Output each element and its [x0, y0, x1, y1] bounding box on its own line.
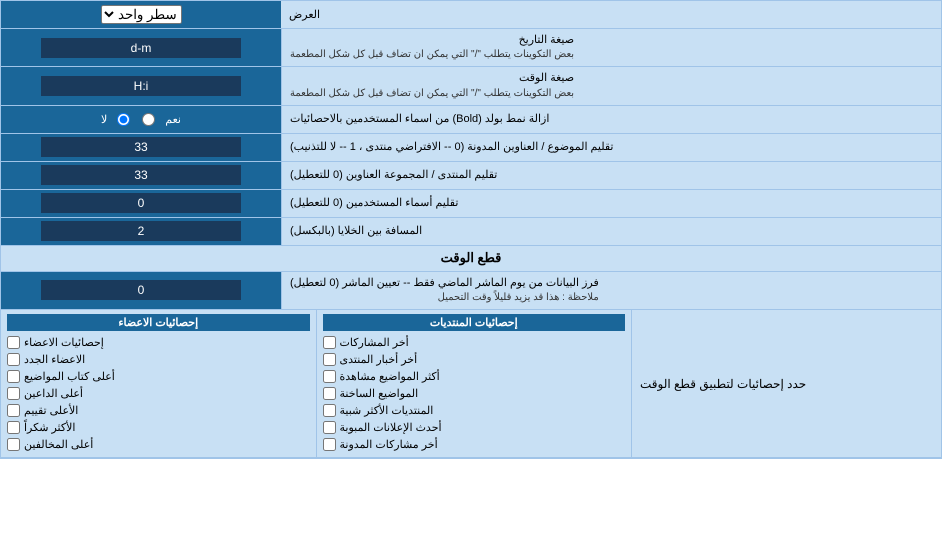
cutoff-title: قطع الوقت [441, 250, 502, 266]
bold-no-radio[interactable] [117, 113, 130, 126]
time-format-label: صيغة الوقت بعض التكوينات يتطلب "/" التي … [281, 67, 941, 104]
cb-top-online-label: أعلى الداعين [24, 387, 83, 400]
cb-forum-news-input[interactable] [323, 353, 336, 366]
cb-latest-marked[interactable]: أخر مشاركات المدونة [323, 436, 626, 453]
cell-spacing-input[interactable] [41, 221, 241, 241]
bold-remove-label: ازالة نمط بولد (Bold) من اسماء المستخدمي… [281, 106, 941, 133]
cb-most-viewed[interactable]: أكثر المواضيع مشاهدة [323, 368, 626, 385]
cb-latest-ads-label: أحدث الإعلانات المبوبة [340, 421, 442, 434]
user-names-input[interactable] [41, 193, 241, 213]
cb-similar-forums[interactable]: المنتديات الأكثر شبية [323, 402, 626, 419]
bold-yes-radio[interactable] [142, 113, 155, 126]
cb-hot-topics-label: المواضيع الساخنة [340, 387, 419, 400]
cb-top-online[interactable]: أعلى الداعين [7, 385, 310, 402]
cb-top-referred[interactable]: أعلى المخالفين [7, 436, 310, 453]
date-format-input[interactable] [41, 38, 241, 58]
cb-members-stats-input[interactable] [7, 336, 20, 349]
cb-latest-marked-label: أخر مشاركات المدونة [340, 438, 438, 451]
cb-latest-ads-input[interactable] [323, 421, 336, 434]
limit-label: حدد إحصائيات لتطبيق قطع الوقت [640, 377, 806, 391]
posts-stats-col: إحصائيات المنتديات أخر المشاركات أخر أخب… [316, 310, 632, 457]
cb-most-thanked[interactable]: الأكثر شكراً [7, 419, 310, 436]
lines-select[interactable]: سطر واحد [101, 5, 182, 24]
user-names-input-cell[interactable] [1, 190, 281, 217]
members-stats-col: إحصائيات الاعضاء إحصائيات الاعضاء الاعضا… [1, 310, 316, 457]
cb-most-viewed-label: أكثر المواضيع مشاهدة [340, 370, 440, 383]
cb-top-online-input[interactable] [7, 387, 20, 400]
main-container: العرض سطر واحد صيغة التاريخ بعض التكوينا… [0, 0, 942, 459]
checkboxes-area: حدد إحصائيات لتطبيق قطع الوقت إحصائيات ا… [1, 310, 941, 458]
no-label: لا [101, 113, 107, 126]
subject-count-input[interactable] [41, 137, 241, 157]
cutoff-input-cell[interactable] [1, 272, 281, 309]
cutoff-label: فرز البيانات من يوم الماشر الماضي فقط --… [281, 272, 941, 309]
cutoff-header: قطع الوقت [1, 246, 941, 272]
cb-most-thanked-input[interactable] [7, 421, 20, 434]
cb-new-members-label: الاعضاء الجدد [24, 353, 85, 366]
cell-spacing-row: المسافة بين الخلايا (بالبكسل) [1, 218, 941, 246]
cb-latest-posts-label: أخر المشاركات [340, 336, 409, 349]
cb-hot-topics[interactable]: المواضيع الساخنة [323, 385, 626, 402]
cb-most-viewed-input[interactable] [323, 370, 336, 383]
cb-top-posters-label: أعلى كتاب المواضيع [24, 370, 115, 383]
time-format-input-cell[interactable] [1, 67, 281, 104]
forum-members-label: تقليم المنتدى / المجموعة العناوين (0 للت… [281, 162, 941, 189]
cb-forum-news-label: أخر أخبار المنتدى [340, 353, 418, 366]
forum-members-input-cell[interactable] [1, 162, 281, 189]
cb-top-rated[interactable]: الأعلى تقييم [7, 402, 310, 419]
header-row: العرض سطر واحد [1, 1, 941, 29]
bold-remove-radio-cell[interactable]: نعم لا [1, 106, 281, 133]
cb-forum-news[interactable]: أخر أخبار المنتدى [323, 351, 626, 368]
display-label: العرض [281, 1, 941, 28]
limit-label-cell: حدد إحصائيات لتطبيق قطع الوقت [631, 310, 941, 457]
members-header: إحصائيات الاعضاء [7, 314, 310, 331]
cb-similar-forums-input[interactable] [323, 404, 336, 417]
cb-top-referred-input[interactable] [7, 438, 20, 451]
cb-new-members[interactable]: الاعضاء الجدد [7, 351, 310, 368]
date-format-input-cell[interactable] [1, 29, 281, 66]
date-format-row: صيغة التاريخ بعض التكوينات يتطلب "/" الت… [1, 29, 941, 67]
cb-top-rated-input[interactable] [7, 404, 20, 417]
cb-latest-posts[interactable]: أخر المشاركات [323, 334, 626, 351]
posts-header: إحصائيات المنتديات [323, 314, 626, 331]
cb-top-posters-input[interactable] [7, 370, 20, 383]
cb-latest-ads[interactable]: أحدث الإعلانات المبوبة [323, 419, 626, 436]
cutoff-input[interactable] [41, 280, 241, 300]
cutoff-row: فرز البيانات من يوم الماشر الماضي فقط --… [1, 272, 941, 310]
subject-count-label: تقليم الموضوع / العناوين المدونة (0 -- ا… [281, 134, 941, 161]
subject-count-input-cell[interactable] [1, 134, 281, 161]
bold-remove-row: ازالة نمط بولد (Bold) من اسماء المستخدمي… [1, 106, 941, 134]
cb-top-referred-label: أعلى المخالفين [24, 438, 93, 451]
cb-hot-topics-input[interactable] [323, 387, 336, 400]
user-names-label: تقليم أسماء المستخدمين (0 للتعطيل) [281, 190, 941, 217]
user-names-row: تقليم أسماء المستخدمين (0 للتعطيل) [1, 190, 941, 218]
cb-latest-posts-input[interactable] [323, 336, 336, 349]
cell-spacing-input-cell[interactable] [1, 218, 281, 245]
cb-most-thanked-label: الأكثر شكراً [24, 421, 75, 434]
forum-members-input[interactable] [41, 165, 241, 185]
forum-members-row: تقليم المنتدى / المجموعة العناوين (0 للت… [1, 162, 941, 190]
date-format-label: صيغة التاريخ بعض التكوينات يتطلب "/" الت… [281, 29, 941, 66]
cb-members-stats-label: إحصائيات الاعضاء [24, 336, 104, 349]
subject-count-row: تقليم الموضوع / العناوين المدونة (0 -- ا… [1, 134, 941, 162]
cb-top-rated-label: الأعلى تقييم [24, 404, 78, 417]
cb-latest-marked-input[interactable] [323, 438, 336, 451]
cb-similar-forums-label: المنتديات الأكثر شبية [340, 404, 434, 417]
cell-spacing-label: المسافة بين الخلايا (بالبكسل) [281, 218, 941, 245]
select-cell[interactable]: سطر واحد [1, 1, 281, 28]
cb-members-stats[interactable]: إحصائيات الاعضاء [7, 334, 310, 351]
time-format-row: صيغة الوقت بعض التكوينات يتطلب "/" التي … [1, 67, 941, 105]
cb-top-posters[interactable]: أعلى كتاب المواضيع [7, 368, 310, 385]
yes-label: نعم [165, 113, 181, 126]
time-format-input[interactable] [41, 76, 241, 96]
cb-new-members-input[interactable] [7, 353, 20, 366]
